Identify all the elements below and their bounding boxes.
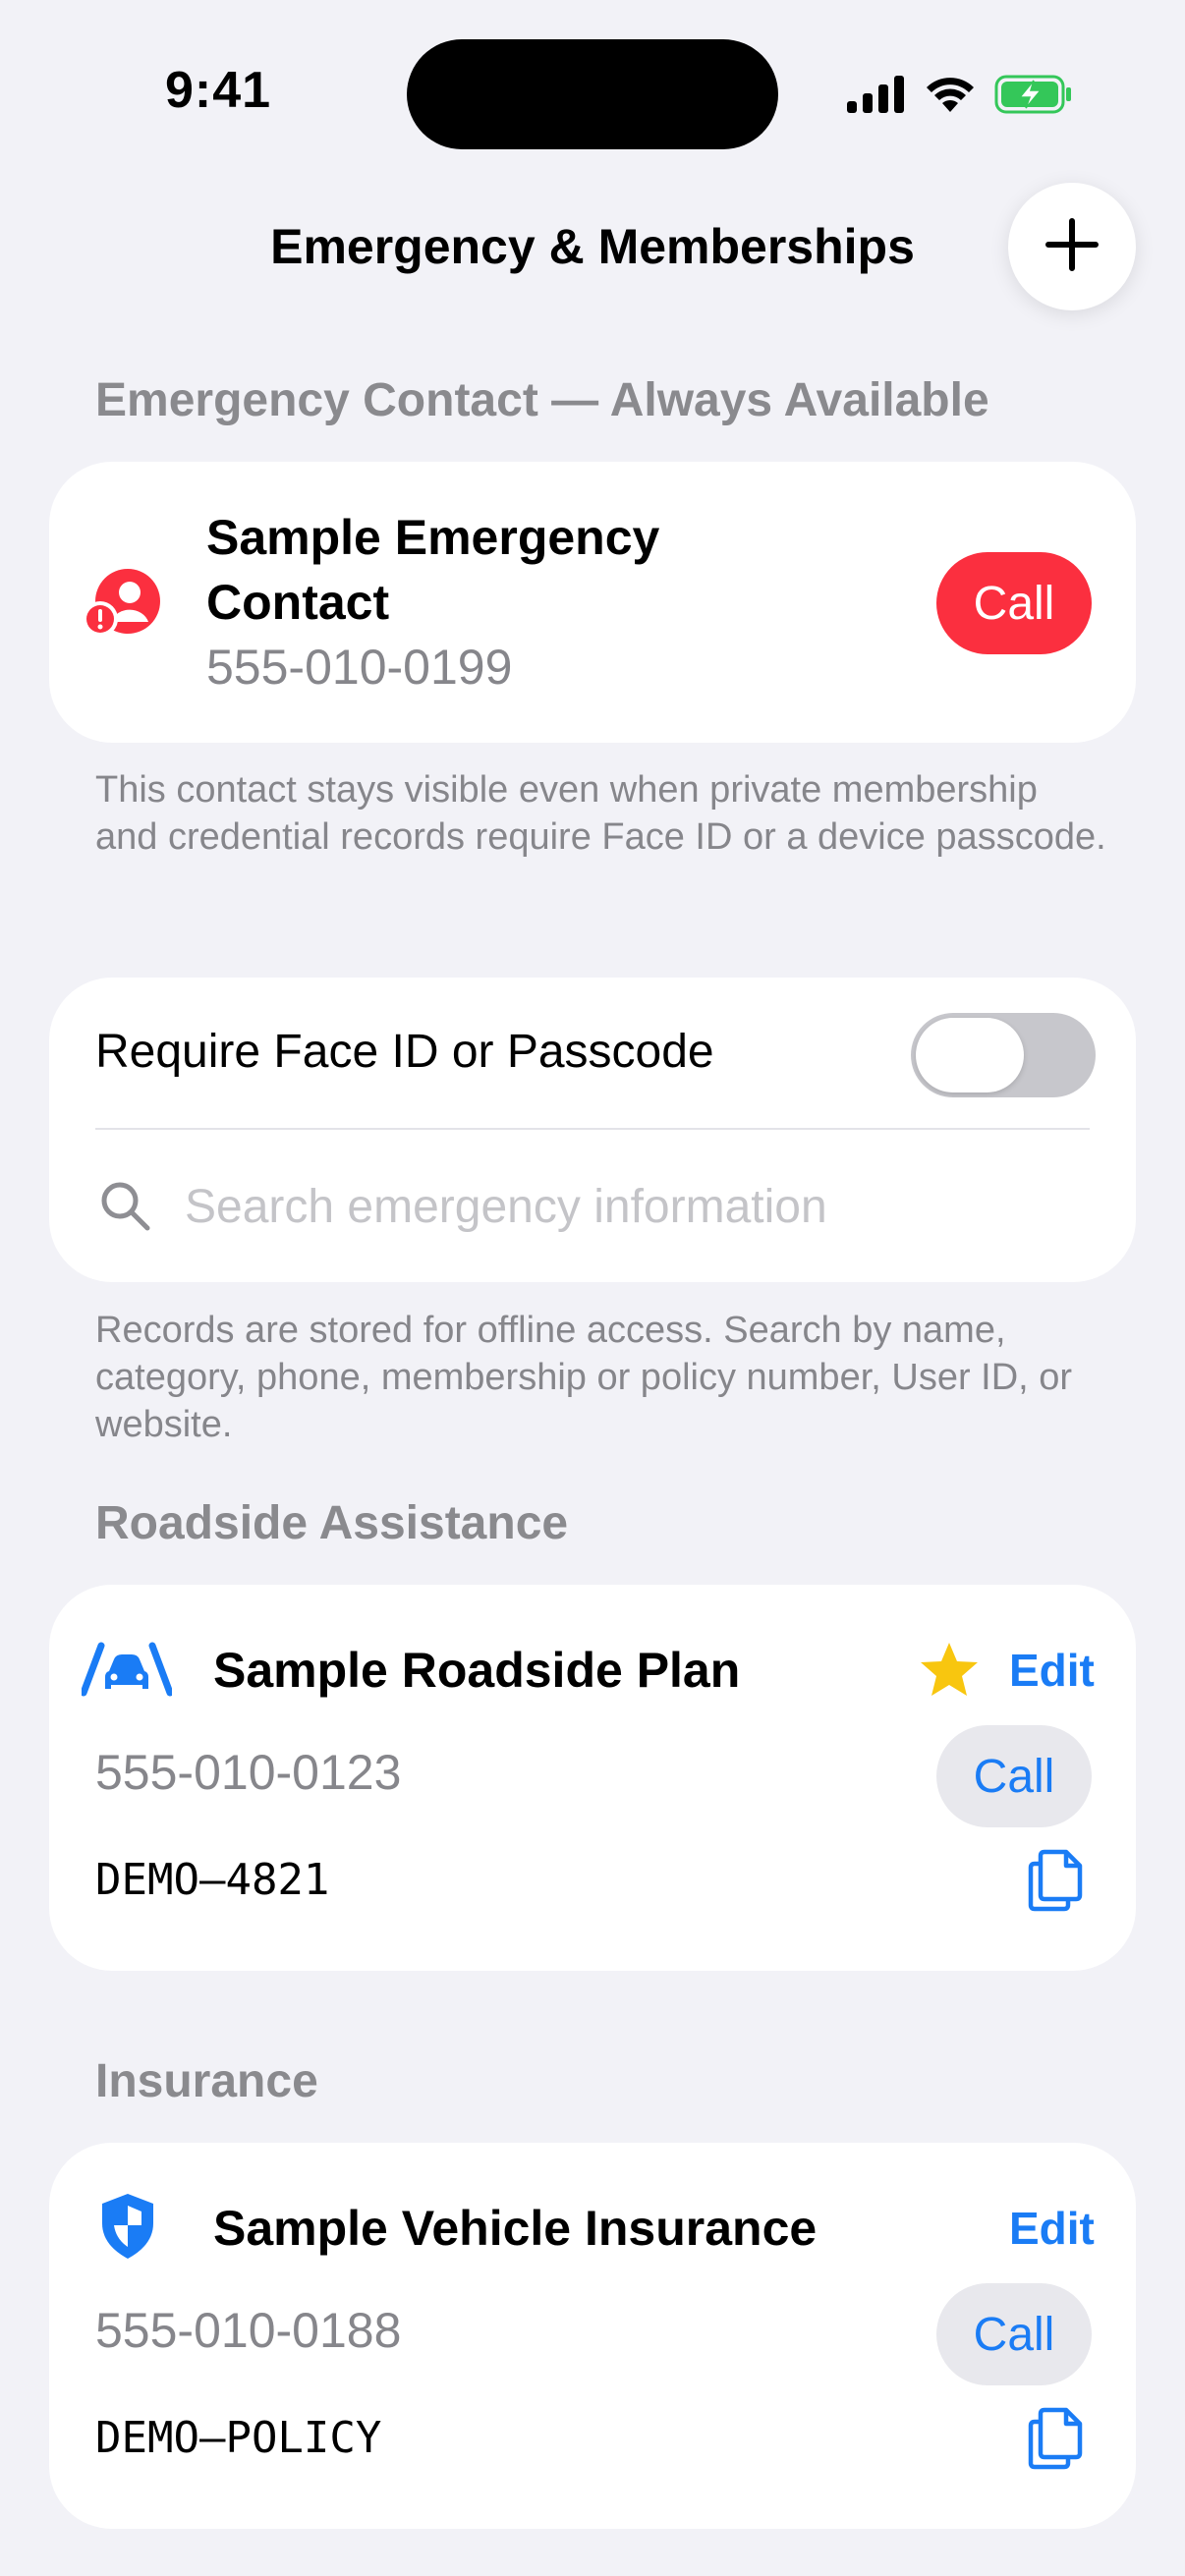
search-input[interactable] — [185, 1172, 1069, 1241]
insurance-section-header: Insurance — [95, 2055, 318, 2107]
copy-icon[interactable] — [1027, 1848, 1086, 1918]
wifi-icon — [924, 75, 977, 119]
security-footnote: Records are stored for offline access. S… — [95, 1310, 1073, 1445]
insurance-policy-number: DEMO–POLICY — [95, 2413, 382, 2463]
plus-icon — [1044, 217, 1100, 277]
roadside-member-number: DEMO–4821 — [95, 1855, 330, 1905]
faceid-toggle[interactable] — [911, 1013, 1096, 1097]
faceid-toggle-label: Require Face ID or Passcode — [95, 1026, 714, 1078]
divider — [95, 1128, 1090, 1130]
insurance-edit-button[interactable]: Edit — [1009, 2202, 1095, 2255]
roadside-title: Sample Roadside Plan — [213, 1643, 741, 1698]
roadside-phone: 555-010-0123 — [95, 1745, 402, 1800]
insurance-call-button[interactable]: Call — [936, 2283, 1092, 2385]
contact-name-line1: Sample Emergency — [206, 510, 660, 565]
add-button[interactable] — [1008, 183, 1136, 310]
roadside-edit-button[interactable]: Edit — [1009, 1644, 1095, 1697]
status-icons — [847, 73, 1073, 120]
status-time: 9:41 — [165, 62, 272, 119]
insurance-title: Sample Vehicle Insurance — [213, 2201, 818, 2256]
security-card: Require Face ID or Passcode — [49, 978, 1136, 1282]
emergency-contact-card: Sample Emergency Contact 555-010-0199 Ca… — [49, 462, 1136, 743]
roadside-section-header: Roadside Assistance — [95, 1497, 569, 1549]
emergency-contact-icon — [83, 568, 165, 644]
dynamic-island — [407, 39, 778, 149]
contact-name: Sample Emergency Contact — [206, 505, 659, 635]
emergency-footnote: This contact stays visible even when pri… — [95, 769, 1106, 858]
star-icon[interactable] — [919, 1641, 980, 1703]
emergency-section-header: Emergency Contact — Always Available — [95, 374, 989, 426]
insurance-card: Sample Vehicle Insurance Edit 555-010-01… — [49, 2143, 1136, 2529]
roadside-card: Sample Roadside Plan Edit 555-010-0123 C… — [49, 1585, 1136, 1971]
insurance-phone: 555-010-0188 — [95, 2303, 402, 2358]
car-icon — [80, 1642, 174, 1702]
copy-icon[interactable] — [1027, 2406, 1086, 2476]
toggle-knob — [916, 1018, 1024, 1092]
roadside-call-button[interactable]: Call — [936, 1725, 1092, 1827]
signal-icon — [847, 75, 906, 118]
shield-icon — [98, 2192, 157, 2266]
contact-name-line2: Contact — [206, 575, 390, 630]
battery-charging-icon — [994, 75, 1073, 119]
search-icon — [98, 1179, 151, 1237]
contact-phone: 555-010-0199 — [206, 640, 513, 695]
emergency-call-button[interactable]: Call — [936, 552, 1092, 654]
